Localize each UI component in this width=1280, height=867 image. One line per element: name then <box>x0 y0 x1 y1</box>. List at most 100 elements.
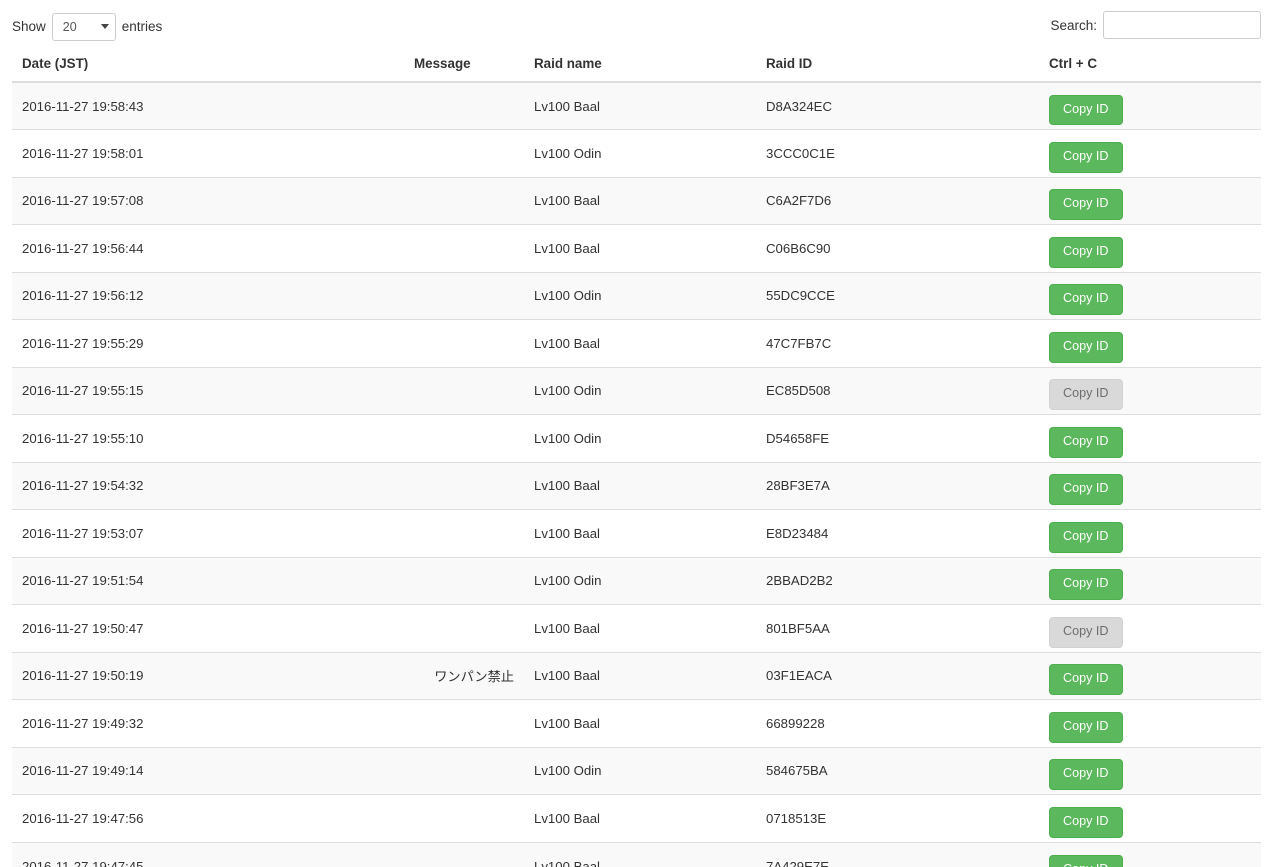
table-row: 2016-11-27 19:56:12 Lv100 Odin 55DC9CCE Cop… <box>12 271 1261 320</box>
table-row: 2016-11-27 19:50:47 Lv100 Baal 801BF5AA Cop… <box>12 604 1261 652</box>
column-header-date[interactable]: Date (JST) <box>12 48 404 83</box>
copy-id-button[interactable]: Copy ID <box>1049 426 1123 458</box>
copy-id-button[interactable]: Copy ID <box>1049 189 1123 221</box>
raid-table-wrapper: Date (JST) Message Raid name Raid ID Ctr… <box>12 48 1261 867</box>
table-row: 2016-11-27 19:49:14 Lv100 Odin 584675BA Cop… <box>12 746 1261 795</box>
cell-copy-action: Copy ID <box>1039 699 1261 747</box>
copy-id-button[interactable]: Copy ID <box>1049 711 1123 743</box>
table-row: 2016-11-27 19:54:32 Lv100 Baal 28BF3E7A Cop… <box>12 461 1261 510</box>
copy-id-button[interactable]: Copy ID <box>1049 569 1123 601</box>
cell-copy-action: Copy ID <box>1039 556 1261 605</box>
page-length-select[interactable]: 102050100 <box>51 13 116 41</box>
cell-message <box>404 176 524 225</box>
table-controls: Show 102050100 entries Search: <box>0 0 1280 48</box>
table-row: 2016-11-27 19:58:01 Lv100 Odin 3CCC0C1E Cop… <box>12 129 1261 177</box>
cell-message <box>404 461 524 510</box>
cell-copy-action: Copy ID <box>1039 82 1261 130</box>
cell-date: 2016-11-27 19:56:12 <box>12 271 404 320</box>
cell-date: 2016-11-27 19:57:08 <box>12 176 404 225</box>
cell-date: 2016-11-27 19:50:19 <box>12 651 404 700</box>
copy-id-button[interactable]: Copy ID <box>1049 236 1123 268</box>
cell-message <box>404 414 524 462</box>
cell-raid-id: 66899228 <box>756 699 1039 747</box>
copy-id-button[interactable]: Copy ID <box>1049 141 1123 173</box>
cell-raid-id: 03F1EACA <box>756 651 1039 700</box>
entries-label: entries <box>121 19 163 35</box>
cell-copy-action: Copy ID <box>1039 794 1261 842</box>
cell-raid-id: 55DC9CCE <box>756 271 1039 320</box>
table-row: 2016-11-27 19:55:10 Lv100 Odin D54658FE Cop… <box>12 414 1261 462</box>
cell-raid-name: Lv100 Baal <box>524 794 756 842</box>
cell-copy-action: Copy ID <box>1039 651 1261 700</box>
copy-id-button[interactable]: Copy ID <box>1049 664 1123 696</box>
cell-raid-name: Lv100 Odin <box>524 746 756 795</box>
copy-id-button[interactable]: Copy ID <box>1049 521 1123 553</box>
search-input[interactable] <box>1103 11 1261 39</box>
cell-date: 2016-11-27 19:55:15 <box>12 366 404 415</box>
table-row: 2016-11-27 19:55:15 Lv100 Odin EC85D508 Cop… <box>12 366 1261 415</box>
cell-raid-name: Lv100 Baal <box>524 651 756 700</box>
page-length-select-wrap: 102050100 <box>51 13 116 41</box>
cell-raid-name: Lv100 Baal <box>524 604 756 652</box>
cell-raid-id: 3CCC0C1E <box>756 129 1039 177</box>
copy-id-button[interactable]: Copy ID <box>1049 331 1123 363</box>
cell-copy-action: Copy ID <box>1039 271 1261 320</box>
cell-raid-name: Lv100 Baal <box>524 224 756 272</box>
cell-raid-name: Lv100 Baal <box>524 176 756 225</box>
cell-copy-action: Copy ID <box>1039 414 1261 462</box>
cell-raid-id: C06B6C90 <box>756 224 1039 272</box>
table-row: 2016-11-27 19:49:32 Lv100 Baal 66899228 Cop… <box>12 699 1261 747</box>
cell-date: 2016-11-27 19:55:10 <box>12 414 404 462</box>
column-header-raid-name[interactable]: Raid name <box>524 48 756 83</box>
cell-message <box>404 271 524 320</box>
cell-copy-action: Copy ID <box>1039 604 1261 652</box>
copy-id-button[interactable]: Copy ID <box>1049 854 1123 867</box>
search-control: Search: <box>1050 11 1261 39</box>
cell-copy-action: Copy ID <box>1039 319 1261 367</box>
cell-raid-name: Lv100 Baal <box>524 461 756 510</box>
cell-raid-name: Lv100 Baal <box>524 841 756 867</box>
cell-raid-name: Lv100 Baal <box>524 82 756 130</box>
column-header-raid-id[interactable]: Raid ID <box>756 48 1039 83</box>
cell-date: 2016-11-27 19:56:44 <box>12 224 404 272</box>
cell-message <box>404 794 524 842</box>
cell-copy-action: Copy ID <box>1039 224 1261 272</box>
copy-id-button[interactable]: Copy ID <box>1049 94 1123 126</box>
cell-raid-name: Lv100 Odin <box>524 129 756 177</box>
cell-message <box>404 699 524 747</box>
cell-date: 2016-11-27 19:55:29 <box>12 319 404 367</box>
page-root: Show 102050100 entries Search: Date (JST… <box>0 0 1280 867</box>
cell-raid-name: Lv100 Baal <box>524 319 756 367</box>
cell-message: ワンパン禁止 <box>404 651 524 700</box>
cell-message <box>404 366 524 415</box>
cell-date: 2016-11-27 19:49:32 <box>12 699 404 747</box>
column-header-message[interactable]: Message <box>404 48 524 83</box>
table-row: 2016-11-27 19:58:43 Lv100 Baal D8A324EC Cop… <box>12 82 1261 130</box>
copy-id-button[interactable]: Copy ID <box>1049 616 1123 648</box>
table-head: Date (JST) Message Raid name Raid ID Ctr… <box>12 48 1261 83</box>
cell-raid-id: 7A429E7E <box>756 841 1039 867</box>
copy-id-button[interactable]: Copy ID <box>1049 806 1123 838</box>
cell-message <box>404 82 524 130</box>
cell-date: 2016-11-27 19:58:01 <box>12 129 404 177</box>
show-label: Show <box>12 19 46 35</box>
cell-message <box>404 129 524 177</box>
cell-raid-id: C6A2F7D6 <box>756 176 1039 225</box>
cell-raid-id: D54658FE <box>756 414 1039 462</box>
cell-message <box>404 604 524 652</box>
cell-copy-action: Copy ID <box>1039 129 1261 177</box>
cell-date: 2016-11-27 19:58:43 <box>12 82 404 130</box>
copy-id-button[interactable]: Copy ID <box>1049 284 1123 316</box>
copy-id-button[interactable]: Copy ID <box>1049 759 1123 791</box>
cell-date: 2016-11-27 19:49:14 <box>12 746 404 795</box>
cell-copy-action: Copy ID <box>1039 176 1261 225</box>
cell-date: 2016-11-27 19:51:54 <box>12 556 404 605</box>
copy-id-button[interactable]: Copy ID <box>1049 474 1123 506</box>
column-header-ctrl-c[interactable]: Ctrl + C <box>1039 48 1261 83</box>
cell-message <box>404 841 524 867</box>
cell-raid-name: Lv100 Odin <box>524 414 756 462</box>
copy-id-button[interactable]: Copy ID <box>1049 379 1123 411</box>
cell-raid-id: E8D23484 <box>756 509 1039 557</box>
cell-raid-name: Lv100 Baal <box>524 509 756 557</box>
cell-raid-id: 47C7FB7C <box>756 319 1039 367</box>
